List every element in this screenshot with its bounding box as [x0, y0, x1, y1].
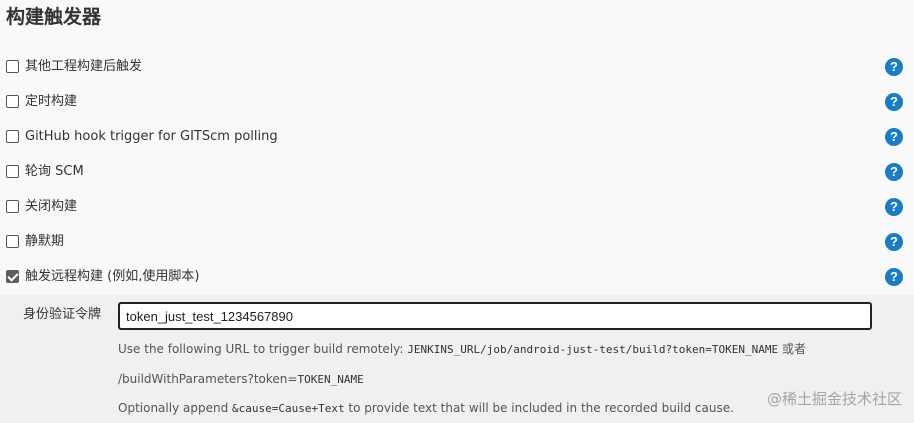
trigger-label: 定时构建 [25, 93, 78, 109]
help-icon[interactable]: ? [885, 267, 903, 286]
trigger-label: 触发远程构建 (例如,使用脚本) [25, 268, 200, 284]
trigger-label: 关闭构建 [25, 198, 78, 214]
trigger-row-poll-scm[interactable]: 轮询 SCM ? [0, 154, 914, 189]
trigger-row-quiet-period[interactable]: 静默期 ? [0, 224, 914, 259]
help-icon[interactable]: ? [885, 197, 903, 216]
token-name-code: TOKEN_NAME [297, 373, 364, 386]
trigger-label: 其他工程构建后触发 [25, 58, 143, 74]
help-icon[interactable]: ? [885, 127, 903, 146]
build-triggers-page: 构建触发器 其他工程构建后触发 ? 定时构建 ? GitHub hook tri… [0, 0, 914, 423]
token-help-line-2: /buildWithParameters?token=TOKEN_NAME [118, 372, 364, 387]
help-icon[interactable]: ? [885, 162, 903, 181]
trigger-label: GitHub hook trigger for GITScm polling [25, 128, 278, 144]
section-title: 构建触发器 [6, 6, 102, 28]
trigger-checkbox-scheduled[interactable] [6, 95, 19, 108]
help-icon[interactable]: ? [885, 57, 903, 76]
token-help-line-1: Use the following URL to trigger build r… [118, 342, 806, 357]
help-icon[interactable]: ? [885, 232, 903, 251]
trigger-list: 其他工程构建后触发 ? 定时构建 ? GitHub hook trigger f… [0, 49, 914, 294]
help-text: Use the following URL to trigger build r… [118, 342, 408, 356]
token-help-line-3: Optionally append &cause=Cause+Text to p… [118, 401, 734, 416]
help-text: /buildWithParameters?token= [118, 372, 298, 386]
trigger-row-remote[interactable]: 触发远程构建 (例如,使用脚本) ? [0, 259, 914, 294]
trigger-url-code: JENKINS_URL/job/android-just-test/build?… [407, 343, 779, 356]
cause-param-code: &cause=Cause+Text [232, 402, 345, 415]
help-icon[interactable]: ? [885, 92, 903, 111]
trigger-checkbox-poll-scm[interactable] [6, 165, 19, 178]
token-field-label: 身份验证令牌 [23, 307, 102, 322]
help-text: Optionally append [118, 401, 232, 415]
token-input[interactable] [118, 302, 872, 330]
help-text: to provide text that will be included in… [344, 401, 734, 415]
trigger-row-disable-build[interactable]: 关闭构建 ? [0, 189, 914, 224]
trigger-row-github-hook[interactable]: GitHub hook trigger for GITScm polling ? [0, 119, 914, 154]
trigger-checkbox-github-hook[interactable] [6, 130, 19, 143]
trigger-label: 轮询 SCM [25, 163, 84, 179]
trigger-label: 静默期 [25, 233, 65, 249]
trigger-checkbox-disable-build[interactable] [6, 200, 19, 213]
trigger-checkbox-quiet-period[interactable] [6, 235, 19, 248]
trigger-checkbox-remote[interactable] [6, 270, 19, 283]
help-text: 或者 [778, 342, 806, 356]
trigger-checkbox-other-project[interactable] [6, 60, 19, 73]
watermark: @稀土掘金技术社区 [766, 390, 902, 408]
trigger-row-scheduled[interactable]: 定时构建 ? [0, 84, 914, 119]
trigger-row-other-project[interactable]: 其他工程构建后触发 ? [0, 49, 914, 84]
